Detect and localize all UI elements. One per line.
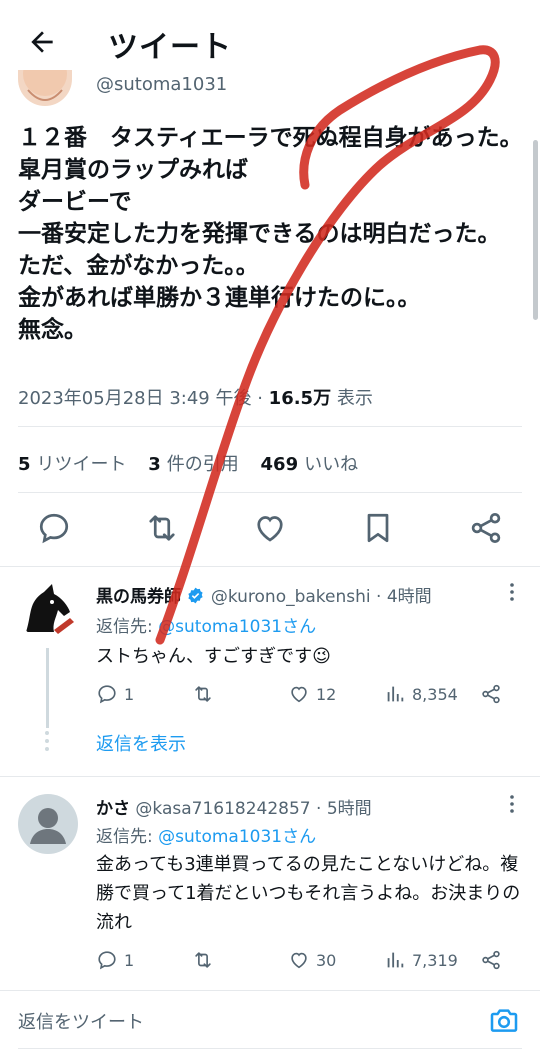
author-avatar[interactable] [18, 70, 72, 106]
quote-stat[interactable]: 3 件の引用 [148, 454, 239, 475]
reply-context: 返信先: @sutoma1031さん [96, 617, 317, 637]
views-icon [387, 686, 404, 702]
view-count: 16.5万 [268, 388, 332, 409]
thread-line [46, 648, 49, 728]
divider [0, 990, 540, 991]
comment-icon [98, 685, 116, 704]
show-replies-link[interactable]: 返信を表示 [96, 730, 186, 756]
username[interactable]: @kasa71618242857 [135, 799, 310, 819]
divider [18, 1048, 522, 1049]
reply-comment-button[interactable]: 1 [96, 949, 134, 971]
heart-icon[interactable] [252, 510, 288, 546]
divider [18, 492, 522, 493]
reply-like-button[interactable]: 30 [288, 949, 336, 971]
comment-icon [98, 951, 116, 970]
share-icon[interactable] [480, 949, 502, 971]
scrollbar[interactable] [533, 140, 538, 320]
divider [0, 566, 540, 567]
divider [0, 776, 540, 777]
reply-retweet-button[interactable] [192, 949, 220, 971]
reply-time[interactable]: 4時間 [387, 587, 432, 607]
retweet-icon [195, 686, 211, 702]
like-stat[interactable]: 469 いいね [261, 454, 359, 475]
reply-like-button[interactable]: 12 [288, 683, 336, 705]
bookmark-icon[interactable] [360, 510, 396, 546]
display-name[interactable]: 黒の馬券師 [96, 587, 181, 607]
views-icon [387, 952, 404, 968]
reply-to-link[interactable]: @sutoma1031さん [158, 617, 316, 637]
retweet-icon[interactable] [144, 510, 180, 546]
back-arrow-icon[interactable] [26, 26, 58, 58]
more-icon[interactable] [502, 582, 522, 602]
verified-badge-icon [188, 587, 204, 604]
avatar[interactable] [18, 794, 78, 854]
divider [18, 426, 522, 427]
view-count-label: 表示 [336, 388, 373, 409]
heart-icon [291, 952, 307, 969]
tweet-timestamp[interactable]: 2023年05月28日 3:49 午後 [18, 388, 251, 409]
retweet-icon [195, 952, 211, 968]
reply-comment-button[interactable]: 1 [96, 683, 134, 705]
reply-text: 金あっても3連単買ってるの見たことないけどね。複勝で買って1着だといつもそれ言う… [96, 854, 521, 933]
reply-header: 黒の馬券師 @kurono_bakenshi · 4時間 [96, 587, 432, 607]
thread-dots [45, 731, 49, 751]
reply-time[interactable]: 5時間 [327, 799, 372, 819]
engagement-stats: 5 リツイート 3 件の引用 469 いいね [18, 450, 358, 476]
more-icon[interactable] [502, 794, 522, 814]
top-bar: ツイート [0, 0, 540, 84]
avatar[interactable] [18, 580, 78, 640]
reply-text: ストちゃん、すごすぎです😉 [96, 646, 331, 667]
username[interactable]: @kurono_bakenshi [211, 587, 371, 607]
comment-icon[interactable] [36, 510, 72, 546]
reply-to-link[interactable]: @sutoma1031さん [158, 827, 316, 847]
reply-context: 返信先: @sutoma1031さん [96, 827, 317, 847]
reply-views-button[interactable]: 7,319 [384, 949, 458, 971]
display-name[interactable]: かさ [96, 799, 130, 819]
page-title: ツイート [108, 30, 232, 65]
heart-icon [291, 686, 307, 703]
tweet-text: １２番 タスティエーラで死ぬ程自身があった。 皐月賞のラップみれば ダービーで … [18, 125, 523, 343]
reply-views-button[interactable]: 8,354 [384, 683, 458, 705]
retweet-stat[interactable]: 5 リツイート [18, 454, 127, 475]
reply-composer-input[interactable]: 返信をツイート [18, 1008, 144, 1034]
share-icon[interactable] [480, 683, 502, 705]
author-handle[interactable]: @sutoma1031 [96, 74, 227, 95]
camera-icon[interactable] [488, 1004, 520, 1036]
share-icon[interactable] [468, 510, 504, 546]
tweet-meta: 2023年05月28日 3:49 午後 · 16.5万 表示 [18, 388, 373, 409]
reply-header: かさ @kasa71618242857 · 5時間 [96, 799, 372, 819]
reply-retweet-button[interactable] [192, 683, 220, 705]
